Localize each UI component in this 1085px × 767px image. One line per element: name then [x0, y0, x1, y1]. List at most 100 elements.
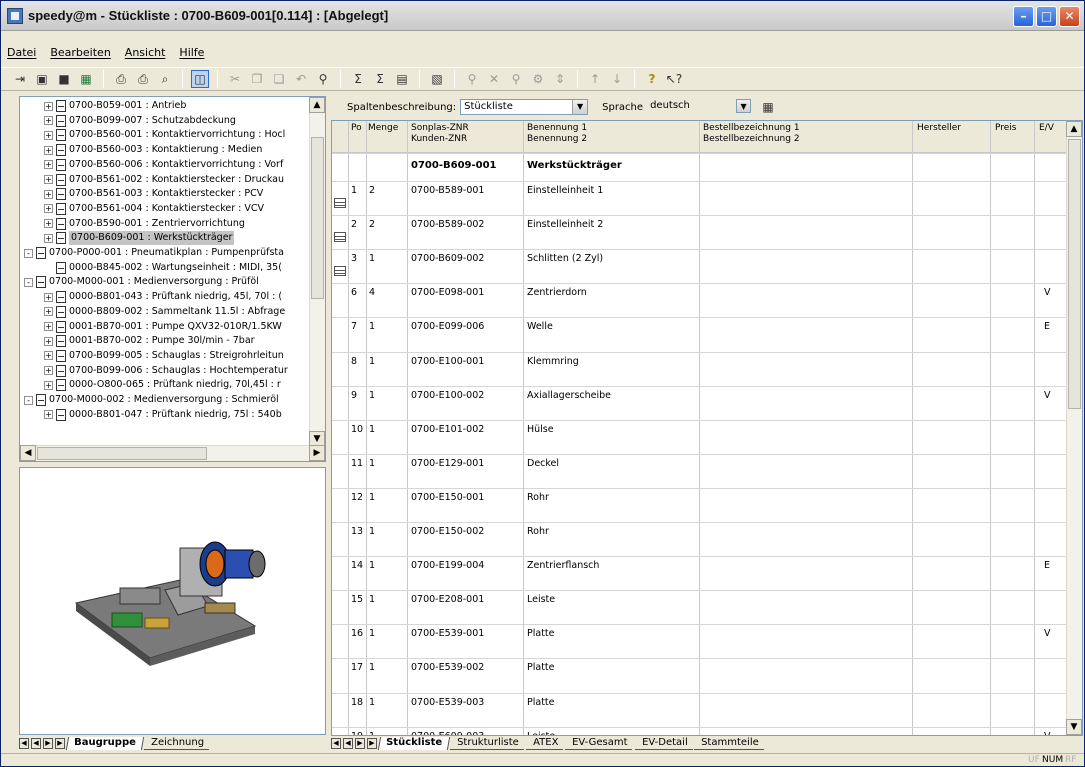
print-preview-icon[interactable]: ⎙	[134, 70, 152, 88]
tree-node[interactable]: +0700-B609-001 : Werkstückträger	[44, 231, 235, 246]
table-row[interactable]: 8 1 0700-E100-001 Klemmring	[332, 351, 1067, 386]
column-description-select[interactable]: Stückliste ▼	[460, 99, 589, 115]
header-preis[interactable]: Preis	[995, 123, 1017, 134]
find-icon[interactable]: ⚲	[314, 70, 332, 88]
paste-icon[interactable]: ❏	[270, 70, 288, 88]
assembly-icon[interactable]	[334, 198, 346, 208]
expand-icon[interactable]: +	[44, 160, 53, 170]
scroll-down-button[interactable]: ▼	[1066, 719, 1082, 735]
tab-stammteile[interactable]: Stammteile	[694, 737, 767, 750]
expand-icon[interactable]: +	[44, 116, 53, 126]
scroll-right-button[interactable]: ▶	[309, 445, 325, 461]
insert-icon[interactable]: ⇥	[11, 70, 29, 88]
menu-datei[interactable]: Datei	[7, 46, 36, 59]
assembly-icon[interactable]	[334, 266, 346, 277]
tab-first-button[interactable]: ◀	[19, 738, 29, 749]
table-row[interactable]: 18 1 0700-E539-003 Platte	[332, 692, 1067, 727]
tree-node[interactable]: +0700-B561-002 : Kontaktierstecker : Dru…	[44, 173, 284, 187]
tab-ev-detail[interactable]: EV-Detail	[634, 737, 695, 750]
tree-node[interactable]: +0700-B059-001 : Antrieb	[44, 99, 186, 113]
tree-node[interactable]: - 0700-M000-002 : Medienversorgung : Schm…	[24, 393, 279, 407]
scroll-up-button[interactable]: ▲	[309, 97, 325, 113]
tree-node[interactable]: +0700-B099-007 : Schutzabdeckung	[44, 114, 236, 128]
tab-baugruppe[interactable]: Baugruppe	[65, 737, 144, 750]
context-help-icon[interactable]: ↖?	[665, 70, 683, 88]
tree-node[interactable]: 0000-B845-002 : Wartungseinheit : MIDI, …	[44, 261, 282, 275]
copy-icon[interactable]: ❐	[248, 70, 266, 88]
save-icon[interactable]: ■	[55, 70, 73, 88]
delete-icon[interactable]: ✕	[485, 70, 503, 88]
tab-stueckliste[interactable]: Stückliste	[377, 737, 451, 750]
table-row[interactable]: 1910700-E609-003LeisteV	[332, 726, 1067, 735]
up-icon[interactable]: ↑	[586, 70, 604, 88]
collapse-icon[interactable]: -	[24, 395, 33, 405]
title-bar[interactable]: speedy@m - Stückliste : 0700-B609-001[0.…	[1, 1, 1084, 31]
expand-icon[interactable]: +	[44, 130, 53, 140]
tab-atex[interactable]: ATEX	[525, 737, 566, 750]
header-po[interactable]: Po	[351, 123, 362, 134]
expand-icon[interactable]: +	[44, 366, 53, 376]
tree-node[interactable]: +0700-B099-006 : Schauglas : Hochtempera…	[44, 364, 288, 378]
scroll-up-button[interactable]: ▲	[1066, 121, 1082, 137]
tab-prev-button[interactable]: ◀	[343, 738, 353, 749]
grid-vertical-scrollbar[interactable]: ▲ ▼	[1066, 121, 1082, 735]
table-row[interactable]: 10 1 0700-E101-002 Hülse	[332, 419, 1067, 454]
tree-node[interactable]: +0700-B560-001 : Kontaktiervorrichtung :…	[44, 128, 285, 142]
menu-ansicht[interactable]: Ansicht	[125, 46, 166, 59]
table-row[interactable]: 9 1 0700-E100-002 Axiallagerscheibe V	[332, 385, 1067, 420]
tab-zeichnung[interactable]: Zeichnung	[143, 737, 211, 750]
expand-icon[interactable]: +	[44, 219, 53, 229]
chevron-down-icon[interactable]: ▼	[572, 100, 588, 114]
tree-node[interactable]: +0700-B099-005 : Schauglas : Streigrohrl…	[44, 349, 284, 363]
header-hersteller[interactable]: Hersteller	[917, 123, 961, 134]
tree-horizontal-scrollbar[interactable]: ◀ ▶	[20, 445, 325, 461]
table-row[interactable]: 2 2 0700-B589-002 Einstelleinheit 2	[332, 215, 1067, 249]
scroll-thumb[interactable]	[1068, 139, 1081, 409]
expand-icon[interactable]: +	[44, 380, 53, 390]
scroll-left-button[interactable]: ◀	[20, 445, 36, 461]
table-row[interactable]: 15 1 0700-E208-001 Leiste	[332, 590, 1067, 624]
tab-prev-button[interactable]: ◀	[31, 738, 41, 749]
tab-next-button[interactable]: ▶	[43, 738, 53, 749]
table-row[interactable]: 13 1 0700-E150-002 Rohr	[332, 522, 1067, 556]
header-bestellbezeichnung[interactable]: Bestellbezeichnung 1 Bestellbezeichnung …	[703, 123, 800, 145]
expand-icon[interactable]: +	[44, 189, 53, 199]
table-row[interactable]: 17 1 0700-E539-002 Platte	[332, 658, 1067, 692]
menu-hilfe[interactable]: Hilfe	[179, 46, 204, 59]
tree-node[interactable]: - 0700-P000-001 : Pneumatikplan : Pumpenp…	[24, 246, 284, 260]
table-row[interactable]: 1 2 0700-B589-001 Einstelleinheit 1	[332, 181, 1067, 215]
tree-node[interactable]: +0000-B801-043 : Prüftank niedrig, 45l, …	[44, 290, 282, 304]
tree-vertical-scrollbar[interactable]: ▲ ▼	[309, 97, 325, 447]
tab-ev-gesamt[interactable]: EV-Gesamt	[564, 737, 635, 750]
collapse-icon[interactable]: -	[24, 277, 33, 287]
table-row[interactable]: 14 1 0700-E199-004 Zentrierflansch E	[332, 556, 1067, 590]
table-row[interactable]: 12 1 0700-E150-001 Rohr	[332, 487, 1067, 522]
tree-node[interactable]: +0000-B801-047 : Prüftank niedrig, 75l :…	[44, 408, 282, 422]
tree-node[interactable]: +0700-B560-006 : Kontaktiervorrichtung :…	[44, 158, 283, 172]
assembly-tree[interactable]: +0700-B059-001 : Antrieb +0700-B099-007 :…	[19, 96, 326, 462]
expand-icon[interactable]: +	[44, 292, 53, 302]
maximize-button[interactable]: □	[1036, 6, 1057, 27]
tab-last-button[interactable]: ▶	[367, 738, 377, 749]
parent-row[interactable]: 0700-B609-001 Werkstückträger	[332, 153, 1067, 181]
options-icon[interactable]: ⚙	[529, 70, 547, 88]
expand-icon[interactable]: +	[44, 410, 53, 420]
tab-next-button[interactable]: ▶	[355, 738, 365, 749]
header-ev[interactable]: E/V	[1039, 123, 1054, 134]
assembly-icon[interactable]	[334, 232, 346, 243]
tree-node[interactable]: +0700-B590-001 : Zentriervorrichtung	[44, 217, 245, 231]
columns-icon[interactable]: ▤	[393, 70, 411, 88]
sort-icon[interactable]: ⇕	[551, 70, 569, 88]
header-benennung[interactable]: Benennung 1 Benennung 2	[527, 123, 587, 145]
preview-icon[interactable]: ⌕	[156, 70, 174, 88]
minimize-button[interactable]: –	[1013, 6, 1034, 27]
refresh-icon[interactable]: ▧	[428, 70, 446, 88]
help-icon[interactable]: ?	[643, 70, 661, 88]
expand-icon[interactable]: +	[44, 307, 53, 317]
view-icon[interactable]: ◫	[191, 70, 209, 88]
menu-bearbeiten[interactable]: Bearbeiten	[50, 46, 110, 59]
close-button[interactable]: ✕	[1059, 6, 1080, 27]
down-icon[interactable]: ↓	[608, 70, 626, 88]
table-row[interactable]: 11 1 0700-E129-001 Deckel	[332, 453, 1067, 488]
table-row[interactable]: 6 4 0700-E098-001 Zentrierdorn V	[332, 283, 1067, 317]
